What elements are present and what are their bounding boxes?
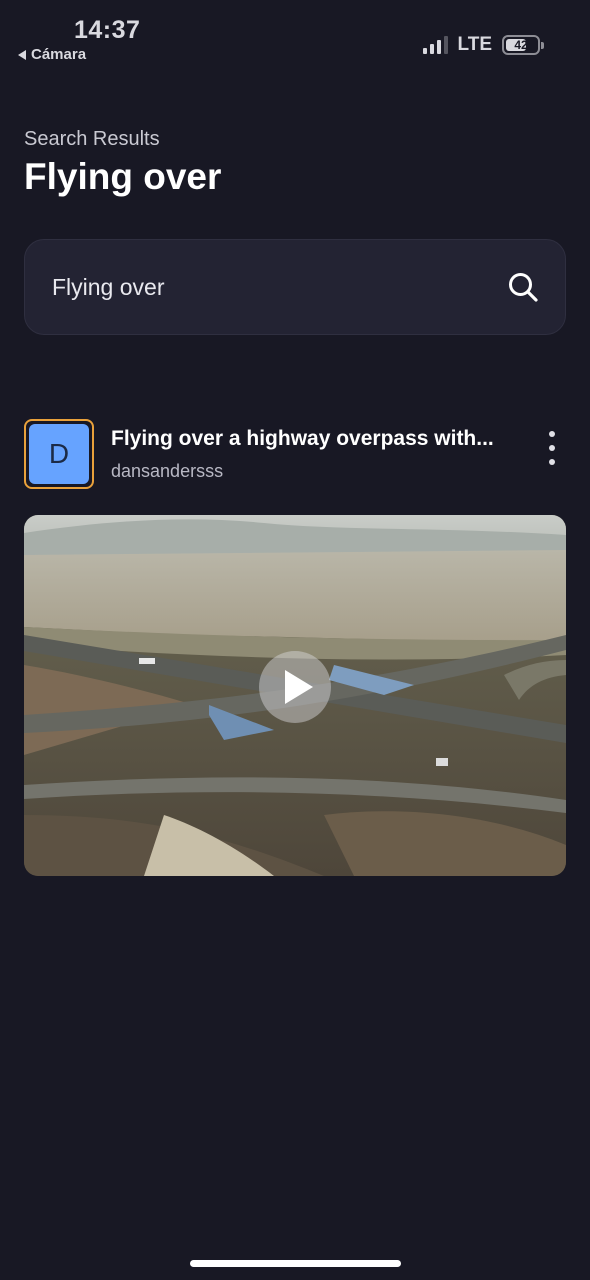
network-label: LTE bbox=[457, 34, 492, 55]
avatar[interactable]: D bbox=[24, 419, 94, 489]
search-bar[interactable] bbox=[24, 239, 566, 335]
page-subtitle: Search Results bbox=[24, 128, 160, 150]
search-input[interactable] bbox=[52, 273, 472, 301]
battery-level: 42 bbox=[514, 38, 528, 52]
result-title[interactable]: Flying over a highway overpass with... bbox=[111, 427, 521, 451]
battery-icon: 42 bbox=[502, 35, 544, 55]
result-item[interactable]: D Flying over a highway overpass with...… bbox=[24, 419, 566, 489]
play-icon bbox=[284, 670, 313, 704]
back-app-label: Cámara bbox=[31, 46, 87, 63]
more-options-icon[interactable] bbox=[544, 431, 560, 465]
home-indicator[interactable] bbox=[190, 1260, 401, 1267]
play-button[interactable] bbox=[259, 651, 331, 723]
back-to-app-link[interactable]: Cámara bbox=[18, 46, 86, 63]
signal-icon bbox=[422, 36, 448, 54]
status-indicators: LTE 42 bbox=[422, 34, 544, 56]
avatar-letter: D bbox=[29, 424, 89, 484]
result-author[interactable]: dansandersss bbox=[111, 461, 223, 482]
back-arrow-icon bbox=[18, 49, 26, 60]
search-icon[interactable] bbox=[507, 271, 539, 303]
video-thumbnail[interactable] bbox=[24, 515, 566, 876]
page-title: Flying over bbox=[24, 156, 222, 197]
status-time: 14:37 bbox=[74, 16, 141, 44]
